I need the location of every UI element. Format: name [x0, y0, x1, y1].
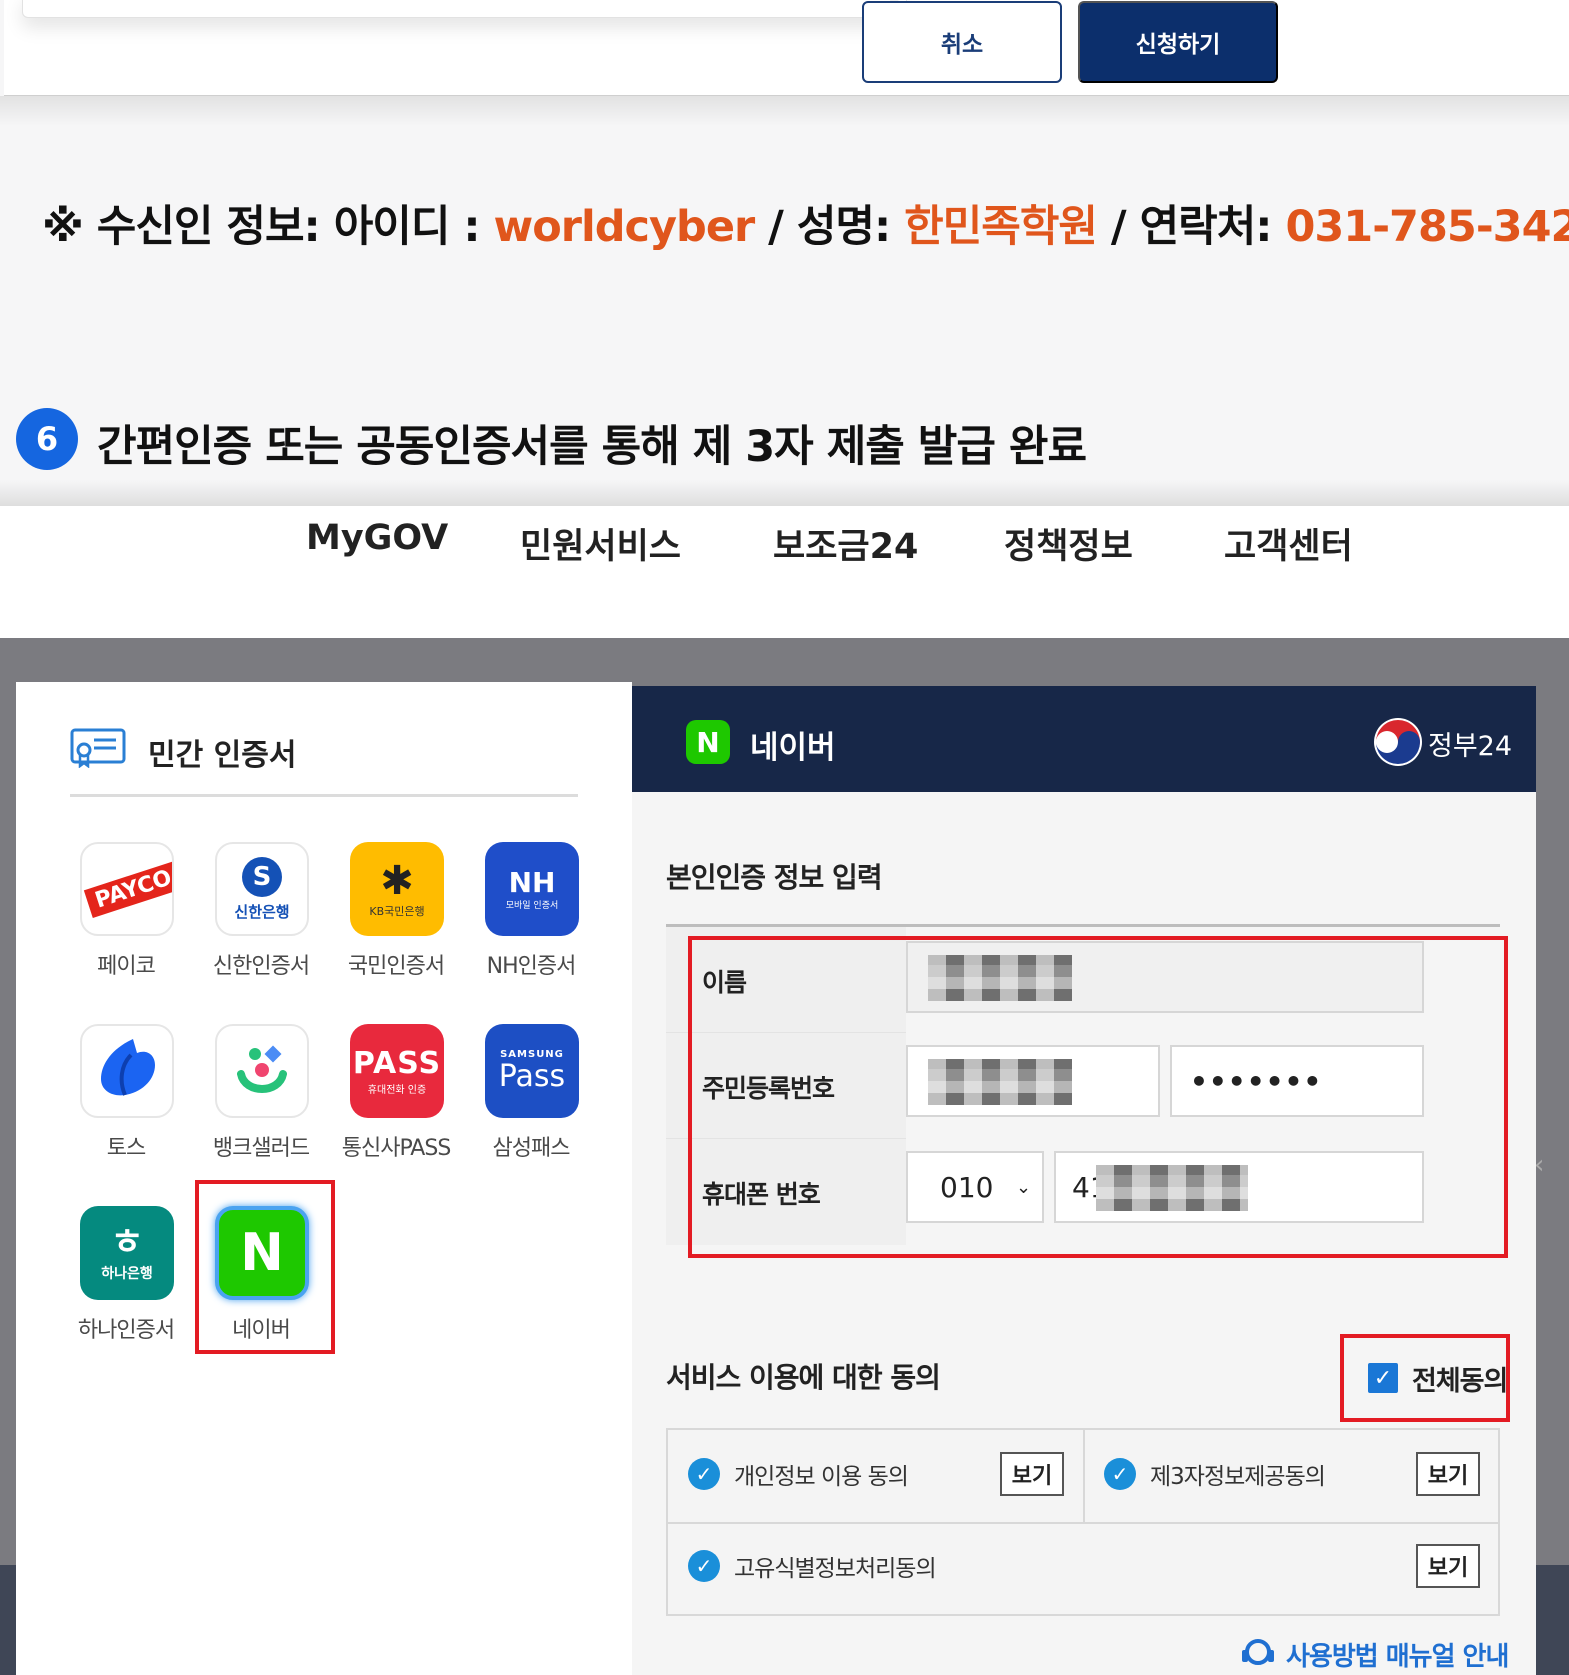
nav-shadow: [0, 480, 1569, 506]
app-toss[interactable]: 토스: [66, 1024, 186, 1174]
agree-all-annotation-box: [1340, 1334, 1510, 1422]
top-action-bar: ▼ 취소 신청하기: [4, 0, 1569, 96]
app-kb[interactable]: ✱ KB국민은행 국민인증서: [336, 842, 456, 992]
recipient-name: 한민족학원: [904, 202, 1098, 252]
kb-logo-text: KB국민은행: [369, 905, 425, 918]
pass-logo-text: PASS: [352, 1045, 442, 1081]
view-personal-info-button[interactable]: 보기: [1000, 1452, 1064, 1496]
hana-logo-mark: ㅎ: [110, 1222, 144, 1263]
shinhan-icon: S 신한은행: [215, 842, 309, 936]
toss-icon: [80, 1024, 174, 1118]
form-annotation-box: [688, 936, 1508, 1258]
kb-star-mark: ✱: [380, 858, 414, 904]
certificate-icon: [70, 728, 126, 768]
samsung-logo-text: Pass: [498, 1058, 566, 1094]
nav-item-policy-info[interactable]: 정책정보: [1004, 518, 1133, 569]
nav-item-mygov[interactable]: MyGOV: [306, 518, 448, 558]
cancel-button[interactable]: 취소: [862, 1, 1062, 83]
apply-button[interactable]: 신청하기: [1078, 1, 1278, 83]
app-banksalad[interactable]: 뱅크샐러드: [201, 1024, 321, 1174]
pass-logo-sub: 휴대전화 인증: [367, 1084, 427, 1096]
user-manual-label: 사용방법 매뉴얼 안내: [1286, 1641, 1509, 1672]
private-cert-title: 민간 인증서: [148, 738, 297, 773]
app-shinhan[interactable]: S 신한은행 신한인증서: [201, 842, 321, 992]
app-hana[interactable]: ㅎ 하나은행 하나인증서: [66, 1206, 186, 1356]
consent-label: 고유식별정보처리동의: [734, 1556, 937, 1582]
consent-list: ✓ 개인정보 이용 동의 보기 ✓ 제3자정보제공동의 보기 ✓ 고유식별정보처…: [666, 1428, 1500, 1616]
recipient-info: ※ 수신인 정보: 아이디 : worldcyber / 성명: 한민족학원 /…: [42, 192, 1569, 254]
payco-logo-text: PAYCO: [84, 860, 172, 918]
consent-unique-id[interactable]: ✓ 고유식별정보처리동의: [688, 1546, 937, 1586]
recipient-contact-prefix: / 연락처:: [1096, 202, 1286, 252]
pass-icon: PASS 휴대전화 인증: [350, 1024, 444, 1118]
view-third-party-button[interactable]: 보기: [1416, 1452, 1480, 1496]
consent-title: 서비스 이용에 대한 동의: [666, 1361, 941, 1394]
app-label: NH인증서: [486, 954, 577, 979]
view-unique-id-button[interactable]: 보기: [1416, 1544, 1480, 1588]
auth-input-panel: N 네이버 정부24 본인인증 정보 입력 이름 주민등록번호 ••••••• …: [632, 686, 1536, 1675]
check-circle-icon: ✓: [688, 1458, 720, 1490]
check-circle-icon: ✓: [1104, 1458, 1136, 1490]
kb-icon: ✱ KB국민은행: [350, 842, 444, 936]
recipient-prefix: ※ 수신인 정보: 아이디 :: [42, 202, 494, 252]
user-manual-link[interactable]: 사용방법 매뉴얼 안내: [1240, 1634, 1509, 1674]
top-select-field[interactable]: [22, 0, 907, 18]
step-title: 간편인증 또는 공동인증서를 통해 제 3자 제출 발급 완료: [97, 422, 1087, 472]
hana-logo-text: 하나은행: [101, 1266, 153, 1282]
app-nh[interactable]: NH 모바일 인증서 NH인증서: [471, 842, 591, 992]
step-number-badge: 6: [16, 408, 78, 470]
auth-panel-title: 네이버: [750, 730, 836, 766]
consent-label: 개인정보 이용 동의: [734, 1464, 909, 1490]
toss-logo-shape: [101, 1039, 155, 1096]
nh-logo-text: NH: [508, 865, 556, 899]
check-circle-icon: ✓: [688, 1550, 720, 1582]
consent-divider: [668, 1522, 1498, 1524]
private-cert-divider: [70, 794, 578, 797]
shinhan-logo-text: 신한은행: [234, 902, 290, 921]
banksalad-logo-shape: [237, 1045, 287, 1093]
app-pass[interactable]: PASS 휴대전화 인증 통신사PASS: [336, 1024, 456, 1174]
recipient-contact: 031-785-3421: [1285, 202, 1569, 252]
shinhan-s-mark: S: [242, 856, 282, 897]
payco-icon: PAYCO: [80, 842, 174, 936]
consent-divider: [1083, 1430, 1085, 1522]
identity-info-title: 본인인증 정보 입력: [666, 861, 883, 894]
gov24-nav-bar: MyGOV 민원서비스 보조금24 정책정보 고객센터: [0, 506, 1569, 638]
nh-logo-sub: 모바일 인증서: [505, 900, 559, 911]
samsung-logo-sub: SAMSUNG: [500, 1048, 564, 1060]
samsung-pass-icon: SAMSUNG Pass: [485, 1024, 579, 1118]
recipient-name-prefix: / 성명:: [754, 202, 905, 252]
consent-third-party[interactable]: ✓ 제3자정보제공동의: [1104, 1454, 1326, 1494]
consent-label: 제3자정보제공동의: [1150, 1464, 1326, 1490]
nav-item-civil-service[interactable]: 민원서비스: [520, 518, 681, 569]
naver-badge-icon: N: [686, 720, 730, 764]
consent-personal-info[interactable]: ✓ 개인정보 이용 동의: [688, 1454, 909, 1494]
auth-panel-header: N 네이버 정부24: [632, 686, 1536, 792]
recipient-id: worldcyber: [493, 202, 756, 252]
gov24-emblem-icon: [1374, 718, 1422, 766]
app-payco[interactable]: PAYCO 페이코: [66, 842, 186, 992]
nav-item-customer-center[interactable]: 고객센터: [1224, 518, 1353, 569]
private-cert-panel: 민간 인증서 PAYCO 페이코 S 신한은행 신한인증서 ✱ KB국민은행 국…: [16, 682, 632, 1675]
hana-icon: ㅎ 하나은행: [80, 1206, 174, 1300]
naver-annotation-box: [195, 1180, 335, 1354]
app-samsung-pass[interactable]: SAMSUNG Pass 삼성패스: [471, 1024, 591, 1174]
top-bar-shadow: [0, 96, 1569, 126]
banksalad-icon: [215, 1024, 309, 1118]
user-guide-icon: [1242, 1639, 1274, 1665]
app-label: 삼성패스: [492, 1136, 571, 1161]
gov24-label: 정부24: [1428, 731, 1513, 762]
nav-item-subsidy24[interactable]: 보조금24: [773, 518, 918, 569]
nh-icon: NH 모바일 인증서: [485, 842, 579, 936]
